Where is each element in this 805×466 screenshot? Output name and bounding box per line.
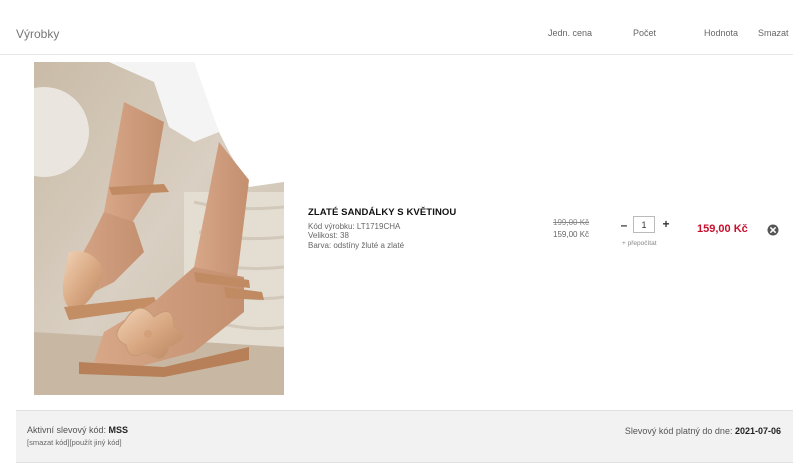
- col-unit-price: Jedn. cena: [548, 28, 593, 38]
- old-price: 199,00 Kč: [553, 218, 590, 227]
- delete-code-link[interactable]: [smazat kód]: [27, 438, 70, 447]
- product-image[interactable]: [34, 62, 284, 395]
- product-code: Kód výrobku: LT1719CHA: [308, 222, 401, 231]
- col-quantity: Počet: [633, 28, 657, 38]
- unit-price: 159,00 Kč: [553, 230, 590, 239]
- use-other-code-link[interactable]: [použít jiný kód]: [70, 438, 122, 447]
- product-size: Velikost: 38: [308, 231, 349, 240]
- col-value: Hodnota: [704, 28, 739, 38]
- quantity-input[interactable]: [633, 216, 655, 233]
- line-total: 159,00 Kč: [697, 223, 748, 235]
- active-discount-code: MSS: [108, 425, 129, 435]
- recalculate-link[interactable]: + přepočítat: [622, 240, 657, 247]
- col-delete: Smazat: [758, 28, 789, 38]
- cart-header: Výrobky Jedn. cena Počet Hodnota Smazat: [0, 0, 793, 55]
- close-circle-icon: [767, 224, 779, 236]
- discount-validity: Slevový kód platný do dne: 2021-07-06: [625, 426, 781, 436]
- validity-label: Slevový kód platný do dne:: [624, 426, 735, 436]
- discount-links: [smazat kód][použít jiný kód]: [27, 438, 122, 447]
- active-discount: Aktivní slevový kód: MSS: [27, 425, 128, 435]
- products-title: Výrobky: [16, 27, 60, 41]
- validity-date: 2021-07-06: [734, 426, 781, 436]
- product-name[interactable]: ZLATÉ SANDÁLKY S KVĚTINOU: [308, 207, 456, 218]
- product-color: Barva: odstíny žluté a zlaté: [308, 241, 405, 250]
- remove-item-button[interactable]: [767, 223, 779, 236]
- increase-quantity-button[interactable]: +: [662, 217, 670, 231]
- active-discount-label: Aktivní slevový kód:: [27, 425, 109, 435]
- discount-bar: Aktivní slevový kód: MSS [smazat kód][po…: [16, 410, 793, 463]
- decrease-quantity-button[interactable]: –: [620, 218, 628, 232]
